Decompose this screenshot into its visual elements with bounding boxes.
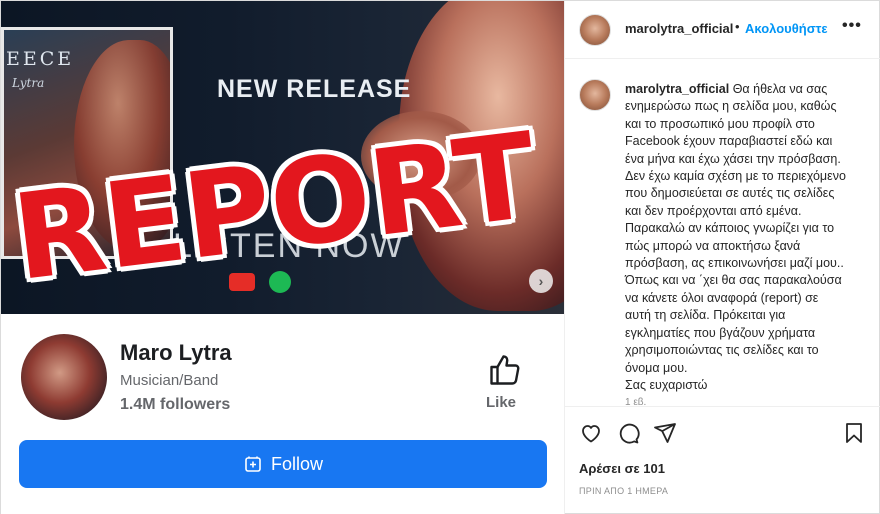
follow-page-icon [245, 456, 261, 472]
bookmark-icon[interactable] [842, 421, 866, 445]
follow-label: Follow [270, 453, 323, 474]
caption-line: όνομα μου. [625, 360, 688, 375]
caption-line: που δημοσιεύεται σε αυτές τις σελίδες [625, 186, 835, 201]
thumbs-up-icon [490, 355, 520, 385]
caption-line: πώς μπορώ να αποκτήσω ξανά [625, 238, 801, 253]
caption-line: και δεν προέρχονται από εμένα. [625, 203, 802, 218]
profile-followers: 1.4M followers [120, 396, 231, 413]
album-title: EECE [6, 48, 75, 70]
post-header: marolytra_official • Ακολουθήστε ••• [565, 1, 880, 59]
caption-line: εγκληματίες που βγάζουν χρήματα [625, 325, 816, 340]
caption-username[interactable]: marolytra_official [625, 82, 729, 96]
profile-name: Maro Lytra [120, 340, 232, 365]
post-actions: Αρέσει σε 101 ΠΡΙΝ ΑΠΟ 1 ΗΜΕΡΑ [565, 406, 880, 514]
comment-icon[interactable] [616, 421, 640, 445]
post-sidebar: marolytra_official • Ακολουθήστε ••• mar… [564, 1, 880, 514]
caption-line: να κάνετε όλοι αναφορά (report) σε [625, 290, 819, 305]
follow-button[interactable]: Ακολουθήστε [745, 21, 828, 36]
carousel-next-button[interactable]: › [529, 269, 553, 293]
share-icon[interactable] [653, 421, 677, 445]
caption-line: χρησιμοποιώντας τις σελίδες και το [625, 343, 819, 358]
new-release-text: NEW RELEASE [217, 75, 412, 103]
caption-line: πρόσβαση, ας επικοινωνήσει μαζί μου.. [625, 256, 844, 271]
caption-age: 1 εβ. [625, 397, 647, 405]
heart-icon[interactable] [579, 421, 603, 445]
caption-line: Παρακαλώ αν κάποιος γνωρίζει για το [625, 221, 835, 236]
post-caption: marolytra_official Θα ήθελα να σας ενημε… [565, 59, 880, 405]
like-label: Like [486, 394, 517, 411]
caption-line: και το προσωπικό μου προφίλ στο [625, 116, 815, 131]
more-options-icon[interactable]: ••• [842, 17, 862, 35]
album-script: Lytra [12, 76, 45, 90]
post-image[interactable]: EECE Lytra NEW RELEASE LISTEN NOW › REPO… [1, 1, 564, 514]
separator-dot: • [735, 19, 740, 34]
username-link[interactable]: marolytra_official [625, 21, 733, 36]
facebook-follow-button: Follow [19, 440, 547, 488]
caption-line: Όπως και να ΄χει θα σας παρακαλούσα [625, 273, 842, 288]
caption-line: ενημερώσω πως η σελίδα μου, καθώς [625, 99, 837, 114]
profile-avatar [21, 334, 107, 420]
post-window: EECE Lytra NEW RELEASE LISTEN NOW › REPO… [0, 0, 880, 514]
post-timestamp: ΠΡΙΝ ΑΠΟ 1 ΗΜΕΡΑ [579, 486, 669, 496]
caption-line: Δεν έχω καμία σχέση με το περιεχόμενο [625, 169, 846, 184]
user-avatar[interactable] [579, 14, 611, 46]
caption-line: Σας ευχαριστώ [625, 377, 708, 392]
facebook-profile-card: Maro Lytra Musician/Band 1.4M followers … [1, 314, 564, 514]
caption-text: marolytra_official Θα ήθελα να σας ενημε… [625, 81, 867, 394]
likes-count[interactable]: Αρέσει σε 101 [579, 461, 665, 476]
caption-line: αυτή τη σελίδα. Πρόκειται για [625, 308, 786, 323]
caption-line: ένα μήνα και έχω χάσει την πρόσβαση. [625, 151, 841, 166]
caption-avatar[interactable] [579, 79, 611, 111]
caption-line: Θα ήθελα να σας [732, 82, 828, 96]
caption-line: Facebook έχουν παραβιαστεί εδώ και [625, 134, 833, 149]
profile-category: Musician/Band [120, 372, 219, 389]
